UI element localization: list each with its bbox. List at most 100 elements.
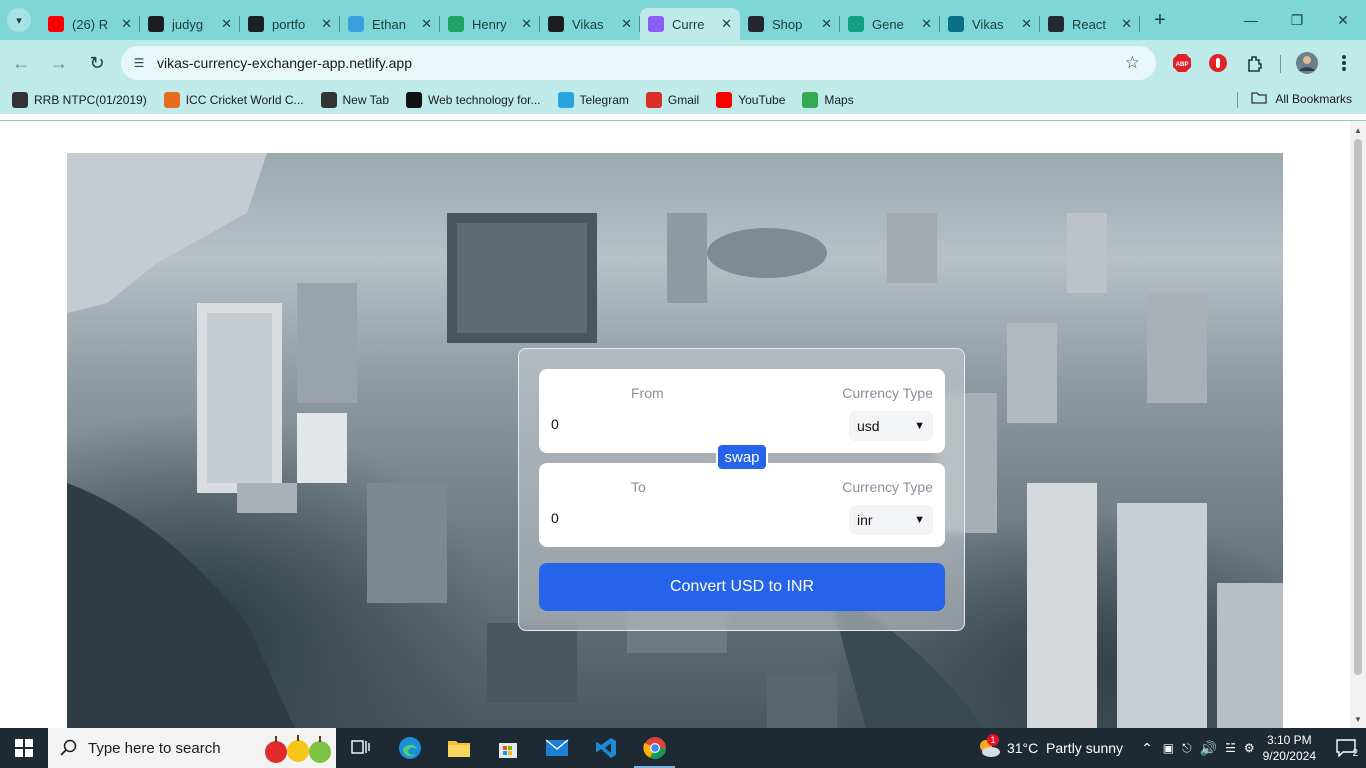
bookmark-star-icon[interactable]: ☆ bbox=[1125, 53, 1140, 73]
browser-tab[interactable]: Vikas ✕ bbox=[540, 8, 640, 40]
scroll-up-arrow-icon[interactable]: ▲ bbox=[1350, 123, 1366, 137]
convert-button[interactable]: Convert USD to INR bbox=[539, 563, 945, 611]
network-icon[interactable]: ⚙ bbox=[1244, 741, 1255, 755]
start-button[interactable] bbox=[0, 728, 48, 768]
tab-title: Gene bbox=[872, 16, 904, 32]
fruit-illustration-icon bbox=[262, 732, 334, 764]
close-tab-icon[interactable]: ✕ bbox=[321, 16, 332, 32]
browser-tab[interactable]: Vikas ✕ bbox=[940, 8, 1040, 40]
close-tab-icon[interactable]: ✕ bbox=[121, 16, 132, 32]
close-tab-icon[interactable]: ✕ bbox=[821, 16, 832, 32]
url-text[interactable]: vikas-currency-exchanger-app.netlify.app bbox=[157, 55, 412, 71]
adblock-extension-icon[interactable]: ABP bbox=[1167, 48, 1197, 78]
notification-center-button[interactable]: 2 bbox=[1326, 728, 1366, 768]
usb-icon[interactable]: ⎋ bbox=[1182, 741, 1192, 756]
taskbar-edge[interactable] bbox=[385, 728, 434, 768]
all-bookmarks-button[interactable]: All Bookmarks bbox=[1251, 91, 1352, 107]
from-field: From Currency Type 0 usd ▼ bbox=[539, 369, 945, 453]
github-icon bbox=[548, 16, 564, 32]
from-amount-input[interactable]: 0 bbox=[551, 416, 559, 432]
bookmark-label: Telegram bbox=[579, 93, 629, 107]
taskbar-vscode[interactable] bbox=[581, 728, 630, 768]
close-tab-icon[interactable]: ✕ bbox=[721, 16, 732, 32]
browser-tab[interactable]: Ethan ✕ bbox=[340, 8, 440, 40]
plus-icon: + bbox=[1154, 8, 1166, 31]
browser-tab[interactable]: Gene ✕ bbox=[840, 8, 940, 40]
close-tab-icon[interactable]: ✕ bbox=[221, 16, 232, 32]
to-field: To Currency Type 0 inr ▼ bbox=[539, 463, 945, 547]
chevron-up-icon[interactable]: ⌃ bbox=[1141, 740, 1153, 757]
weather-text: 31°C Partly sunny bbox=[1006, 740, 1124, 756]
bookmark-item[interactable]: Web technology for... bbox=[406, 92, 541, 108]
gmail-icon bbox=[645, 92, 662, 108]
extensions-icon[interactable] bbox=[1240, 48, 1270, 78]
reload-button[interactable]: ↻ bbox=[80, 46, 114, 80]
from-currency-select[interactable]: usd ▼ bbox=[849, 411, 933, 441]
restore-button[interactable]: ❐ bbox=[1274, 0, 1320, 40]
tab-strip: ▾ (26) R ✕ judyg ✕ portfo ✕ Ethan ✕ Henry ✕ Vikas ✕… bbox=[0, 0, 1366, 40]
bookmark-item[interactable]: ICC Cricket World C... bbox=[163, 92, 304, 108]
bookmark-item[interactable]: Telegram bbox=[557, 92, 629, 108]
tab-title: Henry bbox=[472, 16, 507, 32]
speaker-icon[interactable]: 🔊 bbox=[1200, 740, 1217, 757]
bookmark-item[interactable]: Gmail bbox=[645, 92, 699, 108]
browser-tab[interactable]: portfo ✕ bbox=[240, 8, 340, 40]
taskbar-search-box[interactable]: Type here to search bbox=[48, 728, 336, 768]
profile-avatar[interactable] bbox=[1292, 48, 1322, 78]
bookmark-item[interactable]: YouTube bbox=[716, 92, 785, 108]
battery-icon[interactable]: ▣ bbox=[1163, 741, 1174, 755]
folder-icon bbox=[1251, 91, 1267, 107]
bookmark-item[interactable]: New Tab bbox=[320, 92, 389, 108]
taskbar-mail[interactable] bbox=[532, 728, 581, 768]
back-button[interactable]: ← bbox=[4, 46, 38, 80]
wifi-icon[interactable]: ☱ bbox=[1225, 741, 1236, 755]
browser-tab[interactable]: Curre ✕ bbox=[640, 8, 740, 40]
site-settings-icon[interactable]: ☰ bbox=[131, 55, 147, 71]
browser-tab[interactable]: Shop ✕ bbox=[740, 8, 840, 40]
address-bar[interactable]: ☰ vikas-currency-exchanger-app.netlify.a… bbox=[121, 46, 1156, 80]
windows-taskbar: Type here to search 1 31°C Partly sunny … bbox=[0, 728, 1366, 768]
to-amount-input[interactable]: 0 bbox=[551, 510, 559, 526]
weather-widget[interactable]: 1 31°C Partly sunny bbox=[977, 734, 1124, 758]
close-tab-icon[interactable]: ✕ bbox=[1021, 16, 1032, 32]
globe-icon bbox=[348, 16, 364, 32]
youtube-icon bbox=[716, 92, 733, 108]
svg-text:ABP: ABP bbox=[1176, 62, 1189, 68]
clock[interactable]: 3:10 PM 9/20/2024 bbox=[1263, 732, 1316, 764]
close-tab-icon[interactable]: ✕ bbox=[621, 16, 632, 32]
mail-icon bbox=[545, 739, 568, 756]
new-tab-button[interactable]: + bbox=[1146, 6, 1174, 34]
taskbar-file-explorer[interactable] bbox=[434, 728, 483, 768]
menu-icon[interactable] bbox=[1329, 48, 1359, 78]
to-label: To bbox=[631, 479, 646, 495]
taskbar-chrome[interactable] bbox=[630, 728, 679, 768]
browser-tab[interactable]: Henry ✕ bbox=[440, 8, 540, 40]
bookmark-item[interactable]: RRB NTPC(01/2019) bbox=[12, 92, 147, 108]
bookmark-item[interactable]: Maps bbox=[802, 92, 854, 108]
taskbar-store[interactable] bbox=[483, 728, 532, 768]
shield-extension-icon[interactable] bbox=[1203, 48, 1233, 78]
page-scrollbar[interactable]: ▲ ▼ bbox=[1350, 121, 1366, 728]
task-view-button[interactable] bbox=[336, 728, 385, 768]
search-placeholder: Type here to search bbox=[88, 739, 221, 757]
tab-title: Vikas bbox=[972, 16, 1004, 32]
close-tab-icon[interactable]: ✕ bbox=[921, 16, 932, 32]
tab-title: Shop bbox=[772, 16, 803, 32]
minimize-button[interactable]: — bbox=[1228, 0, 1274, 40]
window-controls: — ❐ ✕ bbox=[1228, 0, 1366, 40]
browser-tab[interactable]: React ✕ bbox=[1040, 8, 1140, 40]
tab-search-button[interactable]: ▾ bbox=[7, 8, 31, 32]
scroll-down-arrow-icon[interactable]: ▼ bbox=[1350, 712, 1366, 726]
browser-tab[interactable]: judyg ✕ bbox=[140, 8, 240, 40]
scrollbar-thumb[interactable] bbox=[1354, 139, 1362, 675]
close-tab-icon[interactable]: ✕ bbox=[1121, 16, 1132, 32]
close-tab-icon[interactable]: ✕ bbox=[521, 16, 532, 32]
city-background-image: From Currency Type 0 usd ▼ To Currency T… bbox=[67, 153, 1283, 728]
swap-button[interactable]: swap bbox=[716, 443, 768, 471]
close-window-button[interactable]: ✕ bbox=[1320, 0, 1366, 40]
close-tab-icon[interactable]: ✕ bbox=[421, 16, 432, 32]
bookmark-label: YouTube bbox=[738, 93, 786, 107]
forward-button[interactable]: → bbox=[42, 46, 76, 80]
to-currency-select[interactable]: inr ▼ bbox=[849, 505, 933, 535]
browser-tab[interactable]: (26) R ✕ bbox=[40, 8, 140, 40]
